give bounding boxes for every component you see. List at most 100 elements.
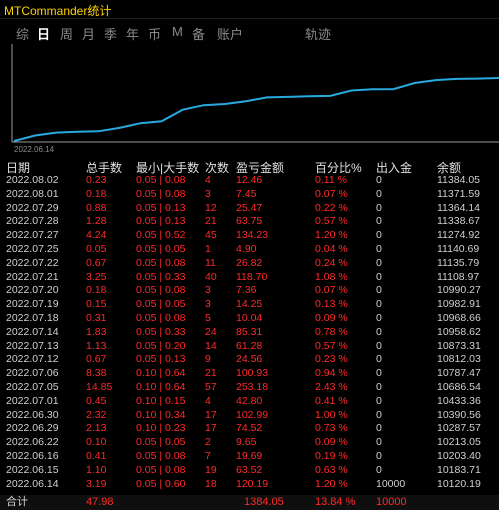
cell-date: 2022.07.27	[6, 229, 59, 242]
cell-percent: 0.11 %	[315, 174, 347, 186]
cell-count: 2	[205, 436, 211, 449]
totals-row: 合计 47.98 1384.05 13.84 % 10000	[0, 495, 499, 510]
table-row[interactable]: 2022.07.19 0.15 0.05 | 0.05 3 14.25 0.13 % 0 10…	[0, 298, 499, 311]
header-percent: 百分比%	[315, 161, 362, 175]
cell-percent: 2.43 %	[315, 381, 348, 393]
cell-count: 19	[205, 463, 217, 476]
table-row[interactable]: 2022.06.14 3.19 0.05 | 0.60 18 120.19 1.20 % 1…	[0, 478, 499, 491]
tab-trajectory[interactable]: 轨迹	[305, 24, 331, 43]
cell-total-lots: 1.10	[86, 463, 107, 476]
cell-min-max-lots: 0.05 | 0.08	[136, 256, 186, 269]
table-row[interactable]: 2022.06.16 0.41 0.05 | 0.08 7 19.69 0.19 % 0 10…	[0, 450, 499, 463]
cell-date: 2022.08.01	[6, 187, 59, 200]
cell-inout: 0	[376, 270, 382, 283]
tab-day[interactable]: 日	[37, 24, 50, 43]
tab-account[interactable]: 账户	[217, 24, 243, 43]
cell-percent: 0.63 %	[315, 463, 348, 476]
cell-min-max-lots: 0.05 | 0.33	[136, 270, 186, 283]
table-row[interactable]: 2022.08.01 0.18 0.05 | 0.08 3 7.45 0.07 % 0 113…	[0, 188, 499, 201]
cell-inout: 0	[376, 243, 382, 255]
tab-summary[interactable]: 综	[16, 24, 29, 43]
cell-total-lots: 0.05	[86, 243, 107, 255]
table-row[interactable]: 2022.07.12 0.67 0.05 | 0.13 9 24.56 0.23 % 0 10…	[0, 353, 499, 366]
title-bar: MTCommander统计	[0, 0, 499, 19]
tab-quarter[interactable]: 季	[104, 24, 117, 43]
table-row[interactable]: 2022.07.01 0.45 0.10 | 0.15 4 42.80 0.41 % 0 10…	[0, 395, 499, 408]
table-row[interactable]: 2022.07.18 0.31 0.05 | 0.08 5 10.04 0.09 % 0 10…	[0, 312, 499, 325]
table-row[interactable]: 2022.07.20 0.18 0.05 | 0.08 3 7.36 0.07 % 0 109…	[0, 284, 499, 297]
tab-year[interactable]: 年	[126, 24, 139, 43]
cell-balance: 10982.91	[437, 298, 481, 311]
cell-percent: 0.94 %	[315, 367, 348, 380]
table-row[interactable]: 2022.07.27 4.24 0.05 | 0.52 45 134.23 1.20 % 0…	[0, 229, 499, 242]
cell-count: 3	[205, 298, 211, 311]
cell-inout: 0	[376, 339, 382, 352]
cell-min-max-lots: 0.05 | 0.08	[136, 187, 186, 200]
cell-min-max-lots: 0.05 | 0.60	[136, 477, 186, 490]
table-row[interactable]: 2022.07.28 1.28 0.05 | 0.13 21 63.75 0.57 % 0 1…	[0, 215, 499, 228]
tab-currency[interactable]: 币	[148, 24, 161, 43]
table-row[interactable]: 2022.06.30 2.32 0.10 | 0.34 17 102.99 1.00 % 0…	[0, 409, 499, 422]
cell-inout: 0	[376, 312, 382, 324]
cell-min-max-lots: 0.10 | 0.23	[136, 422, 186, 435]
cell-count: 4	[205, 394, 211, 407]
cell-count: 21	[205, 215, 217, 228]
cell-balance: 10287.57	[437, 422, 481, 435]
cell-inout: 0	[376, 284, 382, 297]
cell-inout: 0	[376, 325, 382, 338]
tab-m[interactable]: M	[172, 24, 183, 39]
period-tabs: 综 日 周 月 季 年 币 M 备 账户 轨迹	[0, 22, 499, 42]
table-row[interactable]: 2022.06.29 2.13 0.10 | 0.23 17 74.52 0.73 % 0 1…	[0, 422, 499, 435]
cell-inout: 0	[376, 450, 382, 462]
cell-count: 7	[205, 450, 211, 462]
table-row[interactable]: 2022.07.25 0.05 0.05 | 0.05 1 4.90 0.04 % 0 111…	[0, 243, 499, 256]
table-row[interactable]: 2022.06.22 0.10 0.05 | 0.05 2 9.65 0.09 % 0 102…	[0, 436, 499, 449]
cell-total-lots: 2.32	[86, 408, 107, 421]
cell-count: 11	[205, 256, 216, 269]
cell-percent: 0.78 %	[315, 325, 348, 338]
cell-min-max-lots: 0.10 | 0.15	[136, 394, 186, 407]
cell-percent: 0.22 %	[315, 201, 348, 214]
table-row[interactable]: 2022.06.15 1.10 0.05 | 0.08 19 63.52 0.63 % 0 1…	[0, 464, 499, 477]
cell-profit: 7.36	[236, 284, 257, 297]
cell-total-lots: 0.31	[86, 312, 107, 324]
cell-inout: 0	[376, 201, 382, 214]
cell-total-lots: 4.24	[86, 229, 107, 242]
table-row[interactable]: 2022.07.14 1.83 0.05 | 0.33 24 85.31 0.78 % 0 1…	[0, 326, 499, 339]
cell-inout: 0	[376, 367, 382, 380]
table-row[interactable]: 2022.07.05 14.85 0.10 | 0.64 57 253.18 2.43 %…	[0, 381, 499, 394]
totals-percent: 13.84 %	[315, 496, 356, 508]
cell-inout: 0	[376, 215, 382, 228]
cell-inout: 0	[376, 187, 382, 200]
cell-date: 2022.07.14	[6, 325, 59, 338]
tab-week[interactable]: 周	[60, 24, 73, 43]
cell-balance: 10183.71	[437, 463, 481, 476]
cell-profit: 42.80	[236, 394, 263, 407]
cell-balance: 11274.92	[437, 229, 481, 242]
cell-profit: 26.82	[236, 256, 263, 269]
cell-percent: 0.09 %	[315, 436, 348, 449]
header-inout: 出入金	[376, 161, 413, 175]
cell-percent: 0.24 %	[315, 256, 348, 269]
table-row[interactable]: 2022.07.22 0.67 0.05 | 0.08 11 26.82 0.24 % 0 1…	[0, 257, 499, 270]
cell-profit: 12.46	[236, 174, 263, 186]
cell-balance: 10390.56	[437, 408, 481, 421]
cell-count: 3	[205, 187, 211, 200]
cell-percent: 0.19 %	[315, 450, 348, 462]
table-row[interactable]: 2022.07.06 8.38 0.10 | 0.64 21 100.93 0.94 % 0…	[0, 367, 499, 380]
table-row[interactable]: 2022.07.21 3.25 0.05 | 0.33 40 118.70 1.08 % 0…	[0, 271, 499, 284]
cell-date: 2022.06.22	[6, 436, 59, 449]
table-row[interactable]: 2022.08.02 0.23 0.05 | 0.08 4 12.46 0.11 % 0 11…	[0, 174, 499, 187]
cell-count: 3	[205, 284, 211, 297]
tab-notes[interactable]: 备	[192, 24, 205, 43]
table-row[interactable]: 2022.07.29 0.88 0.05 | 0.13 12 25.47 0.22 % 0 1…	[0, 202, 499, 215]
cell-count: 17	[205, 408, 217, 421]
tab-month[interactable]: 月	[82, 24, 95, 43]
cell-total-lots: 0.18	[86, 187, 107, 200]
cell-count: 45	[205, 229, 217, 242]
cell-min-max-lots: 0.05 | 0.13	[136, 201, 186, 214]
table-row[interactable]: 2022.07.13 1.13 0.05 | 0.20 14 61.28 0.57 % 0 1…	[0, 340, 499, 353]
cell-percent: 0.57 %	[315, 339, 348, 352]
cell-balance: 10120.19	[437, 477, 481, 490]
cell-count: 9	[205, 353, 211, 366]
